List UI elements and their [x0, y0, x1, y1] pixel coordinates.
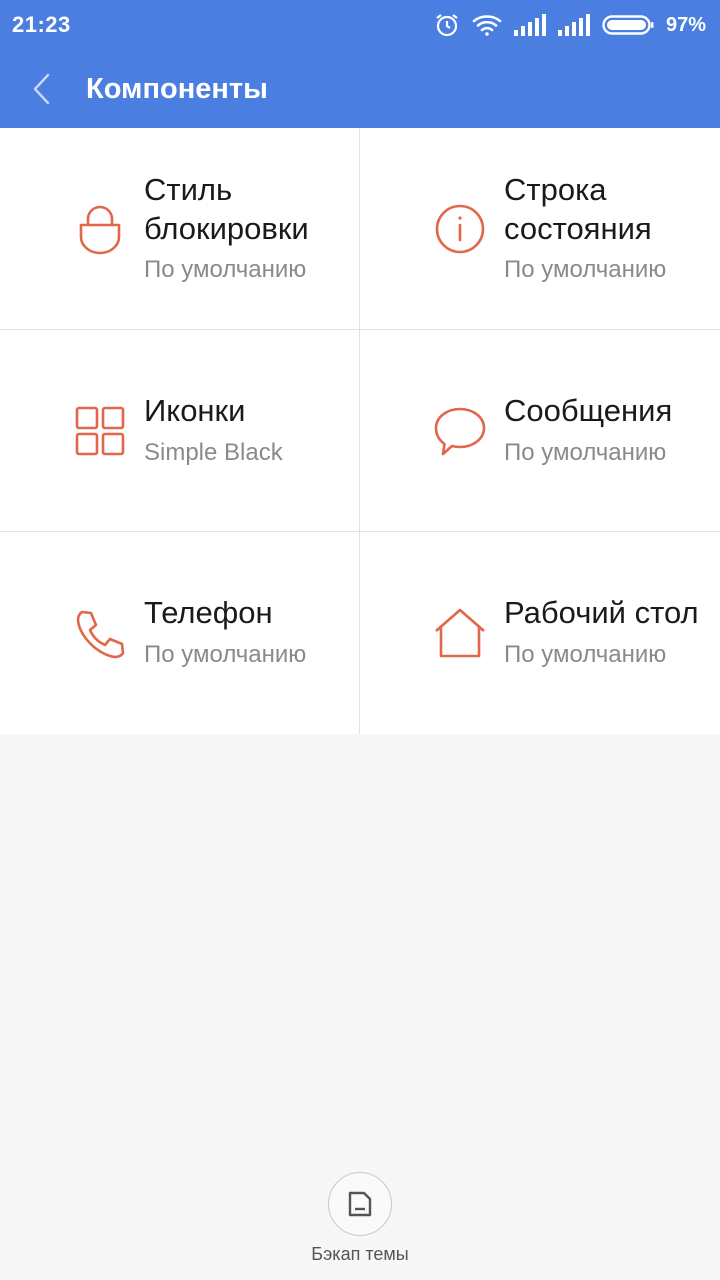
signal-icon: [557, 14, 590, 36]
component-value: По умолчанию: [504, 641, 667, 668]
component-title: Сообщения: [504, 393, 673, 428]
alarm-icon: [434, 12, 460, 38]
backup-theme-button[interactable]: Бэкап темы: [0, 1172, 720, 1272]
message-icon: [432, 403, 488, 459]
phone-icon: [72, 606, 128, 662]
component-phone[interactable]: Телефон По умолчанию: [0, 532, 360, 734]
info-icon: [432, 201, 488, 257]
wifi-icon: [472, 13, 502, 37]
status-bar: 21:23 97%: [0, 0, 720, 50]
component-value: По умолчанию: [504, 439, 667, 466]
backup-icon: [348, 1191, 372, 1217]
divider: [0, 329, 720, 330]
status-icons: 97%: [434, 12, 706, 38]
home-icon: [432, 605, 488, 661]
component-icons[interactable]: Иконки Simple Black: [0, 330, 360, 532]
page-title: Компоненты: [86, 72, 268, 105]
component-title: Стиль блокировки: [144, 172, 309, 246]
component-messages[interactable]: Сообщения По умолчанию: [360, 330, 720, 532]
component-value: По умолчанию: [144, 641, 307, 668]
status-time: 21:23: [12, 12, 71, 37]
back-button[interactable]: [0, 50, 84, 128]
component-value: По умолчанию: [504, 256, 667, 283]
battery-percent: 97%: [665, 13, 706, 36]
component-desktop[interactable]: Рабочий стол По умолчанию: [360, 532, 720, 734]
component-statusbar[interactable]: Строка состояния По умолчанию: [360, 128, 720, 330]
components-grid: Стиль блокировки По умолчанию Строка сос…: [0, 128, 720, 734]
divider: [0, 531, 720, 532]
grid-icon: [72, 403, 128, 459]
divider: [359, 128, 360, 734]
battery-icon: [602, 14, 654, 36]
backup-circle[interactable]: [328, 1172, 392, 1236]
component-title: Рабочий стол: [504, 595, 699, 630]
chevron-left-icon: [33, 73, 50, 105]
backup-label: Бэкап темы: [311, 1244, 409, 1264]
lock-icon: [72, 201, 128, 257]
component-value: Simple Black: [144, 439, 283, 466]
component-title: Иконки: [144, 393, 246, 428]
component-lockscreen[interactable]: Стиль блокировки По умолчанию: [0, 128, 360, 330]
component-title: Телефон: [144, 595, 273, 630]
signal-icon: [513, 14, 546, 36]
component-value: По умолчанию: [144, 256, 307, 283]
app-bar: Компоненты: [0, 50, 720, 128]
component-title: Строка состояния: [504, 172, 652, 246]
